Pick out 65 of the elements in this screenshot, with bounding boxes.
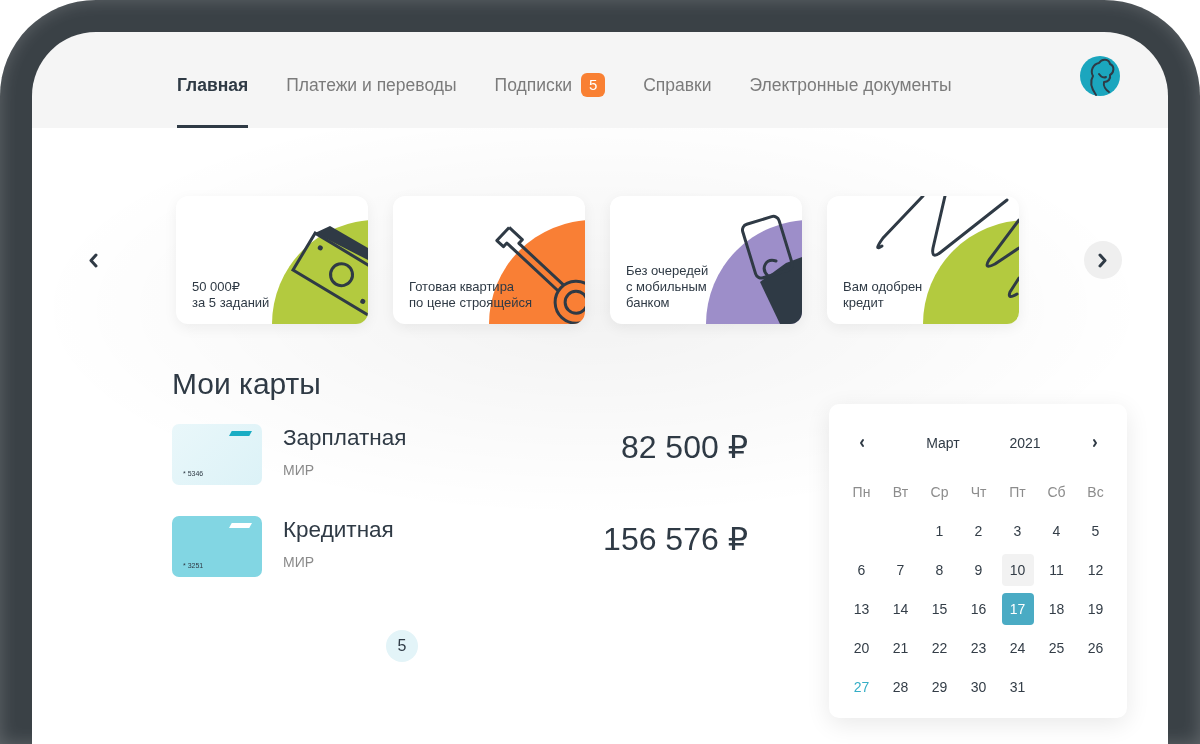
calendar-day[interactable]: 3: [1001, 515, 1034, 547]
weekday-label: Ср: [930, 482, 949, 502]
calendar-day[interactable]: 20: [845, 632, 878, 664]
calendar-day[interactable]: 15: [923, 593, 956, 625]
nav-tab[interactable]: Электронные документы: [749, 61, 952, 128]
calendar-day[interactable]: 24: [1001, 632, 1034, 664]
next-button[interactable]: [1084, 241, 1122, 279]
card-stripe-icon: [229, 523, 252, 528]
calendar-day[interactable]: 14: [884, 593, 917, 625]
page-button[interactable]: 5: [386, 630, 418, 662]
card-balance: 156 576 ₽: [603, 520, 748, 558]
promo-card[interactable]: 50 000₽ за 5 заданий: [176, 196, 368, 324]
card-stripe-icon: [229, 431, 252, 436]
calendar-day[interactable]: 2: [962, 515, 995, 547]
promo-text: Без очередей с мобильным банком: [626, 263, 709, 311]
calendar-day[interactable]: 4: [1040, 515, 1073, 547]
calendar-day[interactable]: 6: [845, 554, 878, 586]
chevron-right-icon: [1098, 252, 1108, 268]
calendar-day[interactable]: 31: [1001, 671, 1034, 703]
calendar-day[interactable]: 21: [884, 632, 917, 664]
calendar-day[interactable]: 28: [884, 671, 917, 703]
promo-card[interactable]: Без очередей с мобильным банком: [610, 196, 802, 324]
calendar-day[interactable]: 23: [962, 632, 995, 664]
nav-tab[interactable]: Подписки 5: [494, 61, 606, 128]
calendar-day[interactable]: 19: [1079, 593, 1112, 625]
section-title: Мои карты: [172, 366, 322, 402]
weekday-label: Сб: [1047, 482, 1066, 502]
calendar-day[interactable]: 30: [962, 671, 995, 703]
calendar-day[interactable]: 7: [884, 554, 917, 586]
calendar-day[interactable]: 5: [1079, 515, 1112, 547]
card-balance: 82 500 ₽: [620, 428, 748, 466]
promo-text: 50 000₽ за 5 заданий: [192, 279, 270, 311]
calendar-day[interactable]: 9: [962, 554, 995, 586]
calendar-day[interactable]: 18: [1040, 593, 1073, 625]
calendar-day[interactable]: 29: [923, 671, 956, 703]
calendar-day[interactable]: 10: [1001, 554, 1034, 586]
card-name: Кредитная: [283, 517, 394, 543]
chevron-left-icon: [858, 438, 865, 448]
calendar-day[interactable]: 1: [923, 515, 956, 547]
count-badge: 5: [581, 73, 606, 97]
payment-system-label: МИР: [283, 553, 316, 571]
calendar-day[interactable]: 25: [1040, 632, 1073, 664]
promo-text: Вам одобрен кредит: [843, 279, 923, 311]
card-name: Зарплатная: [283, 425, 407, 451]
nav-tab[interactable]: Справки: [643, 61, 712, 128]
weekday-label: Вт: [892, 482, 909, 502]
year-label[interactable]: 2021: [1005, 432, 1045, 454]
nav-tab[interactable]: Платежи и переводы: [286, 61, 457, 128]
chevron-right-icon: [1092, 438, 1099, 448]
promo-card[interactable]: Вам одобрен кредит: [827, 196, 1019, 324]
calendar-day[interactable]: 11: [1040, 554, 1073, 586]
calendar-day[interactable]: 16: [962, 593, 995, 625]
chevron-left-icon: [88, 252, 98, 268]
calendar-day[interactable]: 12: [1079, 554, 1112, 586]
weekday-label: Вс: [1087, 482, 1104, 502]
weekday-label: Чт: [970, 482, 987, 502]
month-label[interactable]: Март: [881, 432, 1005, 454]
weekday-label: Пт: [1009, 482, 1026, 502]
weekday-label: Пн: [852, 482, 871, 502]
calendar-day[interactable]: 26: [1079, 632, 1112, 664]
payment-system-label: МИР: [283, 461, 316, 479]
calendar-day[interactable]: 8: [923, 554, 956, 586]
calendar-day[interactable]: 22: [923, 632, 956, 664]
calendar-day[interactable]: 13: [845, 593, 878, 625]
avatar-icon[interactable]: [1079, 54, 1121, 97]
